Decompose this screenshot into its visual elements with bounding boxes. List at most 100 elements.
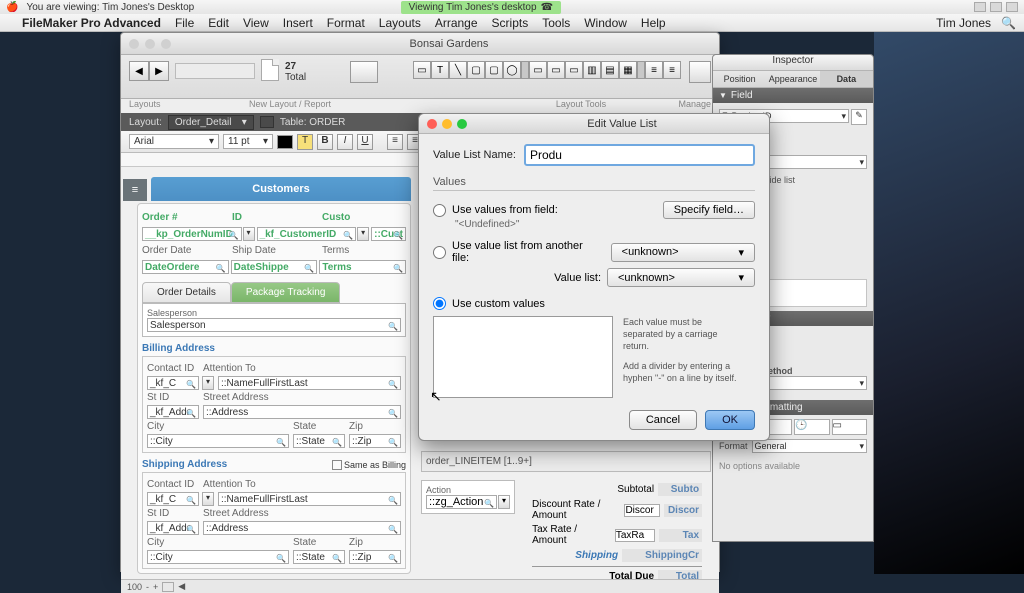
layout-icon[interactable] [261,59,279,81]
chart-tool-icon[interactable]: ▤ [601,61,619,79]
viewing-pill[interactable]: Viewing Tim Jones's desktop ☎ [401,1,561,14]
tab-package-tracking[interactable]: Package Tracking [231,282,341,303]
edit-field-icon[interactable]: ✎ [851,109,867,125]
shipping-contact-id-field[interactable]: _kf_C [147,492,199,506]
zoom-icon[interactable] [457,119,467,129]
tab-order-details[interactable]: Order Details [142,282,231,303]
minimize-icon[interactable] [974,2,986,12]
next-record-button[interactable]: ▶ [149,61,169,81]
close-icon[interactable] [129,39,139,49]
radio-values-from-field[interactable] [433,204,446,217]
menu-window[interactable]: Window [584,16,627,30]
shipping-street-field[interactable]: ::Address [203,521,401,535]
discount-rate-field[interactable]: Discor [624,504,660,517]
billing-contact-id-field[interactable]: _kf_C [147,376,199,390]
menu-layouts[interactable]: Layouts [379,16,421,30]
button-tool-icon[interactable]: ▭ [547,61,565,79]
menu-format[interactable]: Format [327,16,365,30]
text-tool-icon[interactable]: T [431,61,449,79]
dropdown-icon[interactable]: ▾ [357,227,369,241]
dropdown-icon[interactable]: ▾ [202,376,214,390]
layout-selector[interactable]: Order_Detail▾ [168,115,254,130]
menu-file[interactable]: File [175,16,194,30]
shipping-zip-field[interactable]: ::Zip [349,550,401,564]
minimize-icon[interactable] [442,119,452,129]
spotlight-icon[interactable]: 🔍 [1001,16,1016,30]
dropdown-icon[interactable]: ▾ [202,492,214,506]
portal-tool-icon[interactable]: ▥ [583,61,601,79]
dropdown-icon[interactable]: ▾ [498,495,510,509]
billing-state-field[interactable]: ::State [293,434,345,448]
shipping-city-field[interactable]: ::City [147,550,289,564]
customer-id-field[interactable]: _kf_CustomerID [257,227,357,241]
prev-record-button[interactable]: ◀ [129,61,149,81]
menu-tools[interactable]: Tools [542,16,570,30]
menu-view[interactable]: View [243,16,269,30]
order-number-field[interactable]: __kp_OrderNumID [142,227,242,241]
radio-from-another-file[interactable] [433,246,446,259]
format-selector[interactable]: General▾ [752,439,867,453]
tab-tool-icon[interactable]: ▭ [565,61,583,79]
menu-insert[interactable]: Insert [283,16,313,30]
section-field[interactable]: ▼Field [713,88,873,103]
close-icon[interactable] [1006,2,1018,12]
menu-edit[interactable]: Edit [208,16,229,30]
shipping-name-field[interactable]: ::NameFullFirstLast [218,492,401,506]
tab-data[interactable]: Data [820,71,873,87]
field-tool-icon[interactable]: ▭ [529,61,547,79]
rect-tool-icon[interactable]: ▢ [467,61,485,79]
bold-button[interactable]: B [317,134,333,150]
value-list-selector[interactable]: <unknown>▾ [607,268,755,287]
shipping-stid-field[interactable]: _kf_Addr [147,521,199,535]
ship-date-field[interactable]: DateShippe [231,260,318,274]
rounded-rect-tool-icon[interactable]: ▢ [485,61,503,79]
record-slider[interactable] [175,63,255,79]
maximize-icon[interactable] [990,2,1002,12]
cancel-button[interactable]: Cancel [629,410,697,430]
custom-values-textarea[interactable] [433,316,613,398]
action-field[interactable]: ::zg_Action [426,495,497,509]
tab-position[interactable]: Position [713,71,766,87]
tax-rate-field[interactable]: TaxRa [615,529,656,542]
align-left-button[interactable]: ≡ [387,134,403,150]
radio-custom-values[interactable] [433,297,446,310]
text-color-swatch[interactable] [277,135,293,149]
billing-name-field[interactable]: ::NameFullFirstLast [218,376,401,390]
specify-field-button[interactable]: Specify field… [663,201,755,219]
font-size-selector[interactable]: 11 pt▾ [223,134,273,149]
new-layout-button[interactable] [350,61,378,83]
underline-button[interactable]: U [357,134,373,150]
line-tool-icon[interactable]: ╲ [449,61,467,79]
shipping-state-field[interactable]: ::State [293,550,345,564]
user-name[interactable]: Tim Jones [936,16,991,30]
billing-city-field[interactable]: ::City [147,434,289,448]
italic-button[interactable]: I [337,134,353,150]
billing-street-field[interactable]: ::Address [203,405,401,419]
cust-field[interactable]: ::Cust [371,227,406,241]
oval-tool-icon[interactable]: ◯ [503,61,521,79]
app-name[interactable]: FileMaker Pro Advanced [22,16,161,30]
zoom-out-icon[interactable]: - [146,582,149,592]
dropdown-icon[interactable]: ▾ [243,227,255,241]
format-painter-icon[interactable]: ≡ [663,61,681,79]
ok-button[interactable]: OK [705,410,755,430]
menu-help[interactable]: Help [641,16,666,30]
value-list-name-input[interactable] [524,144,755,166]
menu-arrange[interactable]: Arrange [435,16,478,30]
format-container-icon[interactable]: ▭ [832,419,868,435]
format-time-icon[interactable]: 🕒 [794,419,830,435]
manage-button[interactable] [689,61,711,83]
tab-appearance[interactable]: Appearance [766,71,819,87]
minimize-icon[interactable] [145,39,155,49]
zoom-icon[interactable] [161,39,171,49]
close-icon[interactable] [427,119,437,129]
same-as-billing-checkbox[interactable]: Same as Billing [332,460,406,470]
billing-stid-field[interactable]: _kf_Addr [147,405,199,419]
mode-icon[interactable] [162,582,174,592]
webviewer-tool-icon[interactable]: ▦ [619,61,637,79]
file-selector[interactable]: <unknown>▾ [611,243,755,262]
layout-menu-icon[interactable] [260,116,274,128]
highlight-button[interactable]: T [297,134,313,150]
font-selector[interactable]: Arial▾ [129,134,219,149]
billing-zip-field[interactable]: ::Zip [349,434,401,448]
